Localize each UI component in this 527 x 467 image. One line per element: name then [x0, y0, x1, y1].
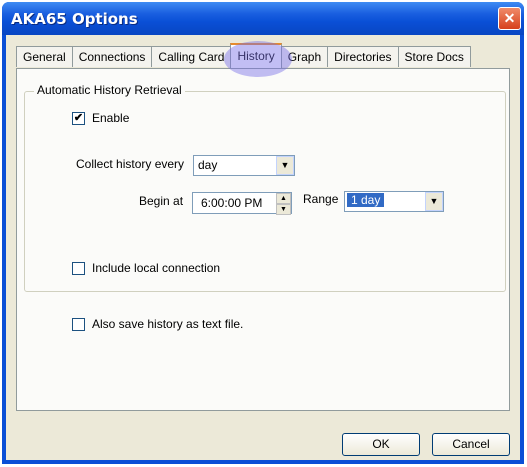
- tab-directories[interactable]: Directories: [327, 46, 399, 67]
- tab-calling-card[interactable]: Calling Card: [151, 46, 232, 67]
- ok-button[interactable]: OK: [342, 433, 420, 456]
- include-local-checkbox[interactable]: [72, 262, 85, 275]
- tab-connections[interactable]: Connections: [71, 46, 153, 67]
- collect-interval-select[interactable]: day ▼: [193, 155, 295, 176]
- range-label: Range: [303, 192, 339, 206]
- save-text-checkbox[interactable]: [72, 318, 85, 331]
- save-text-label: Also save history as text file.: [92, 317, 244, 331]
- begin-label: Begin at: [139, 194, 184, 208]
- spin-up-icon[interactable]: ▲: [276, 193, 291, 204]
- enable-checkbox[interactable]: ✔: [72, 112, 85, 125]
- begin-time-spinner[interactable]: 6:00:00 PM ▲ ▼: [192, 192, 292, 215]
- include-local-label: Include local connection: [92, 261, 221, 275]
- window-title: AKA65 Options: [11, 10, 138, 28]
- enable-label: Enable: [92, 111, 130, 125]
- close-button[interactable]: ✕: [498, 7, 521, 30]
- chevron-down-icon[interactable]: ▼: [276, 156, 294, 175]
- title-bar[interactable]: AKA65 Options ✕: [2, 2, 524, 35]
- range-value: 1 day: [347, 193, 385, 207]
- chevron-down-icon[interactable]: ▼: [425, 192, 443, 211]
- spin-down-icon[interactable]: ▼: [276, 204, 291, 215]
- tab-store-docs[interactable]: Store Docs: [397, 46, 471, 67]
- dialog-client: General Connections Calling Card History…: [6, 35, 520, 460]
- groupbox-title: Automatic History Retrieval: [34, 83, 185, 97]
- spin-buttons: ▲ ▼: [276, 193, 291, 215]
- range-select[interactable]: 1 day ▼: [344, 191, 444, 212]
- cancel-button[interactable]: Cancel: [432, 433, 510, 456]
- options-window: AKA65 Options ✕ General Connections Call…: [2, 2, 524, 464]
- tab-strip: General Connections Calling Card History…: [16, 43, 471, 68]
- collect-label: Collect history every: [76, 157, 185, 171]
- tab-graph[interactable]: Graph: [280, 46, 329, 67]
- collect-value: day: [198, 158, 218, 172]
- tab-history[interactable]: History: [230, 43, 282, 68]
- tab-general[interactable]: General: [16, 46, 73, 67]
- begin-time-value: 6:00:00 PM: [201, 196, 263, 210]
